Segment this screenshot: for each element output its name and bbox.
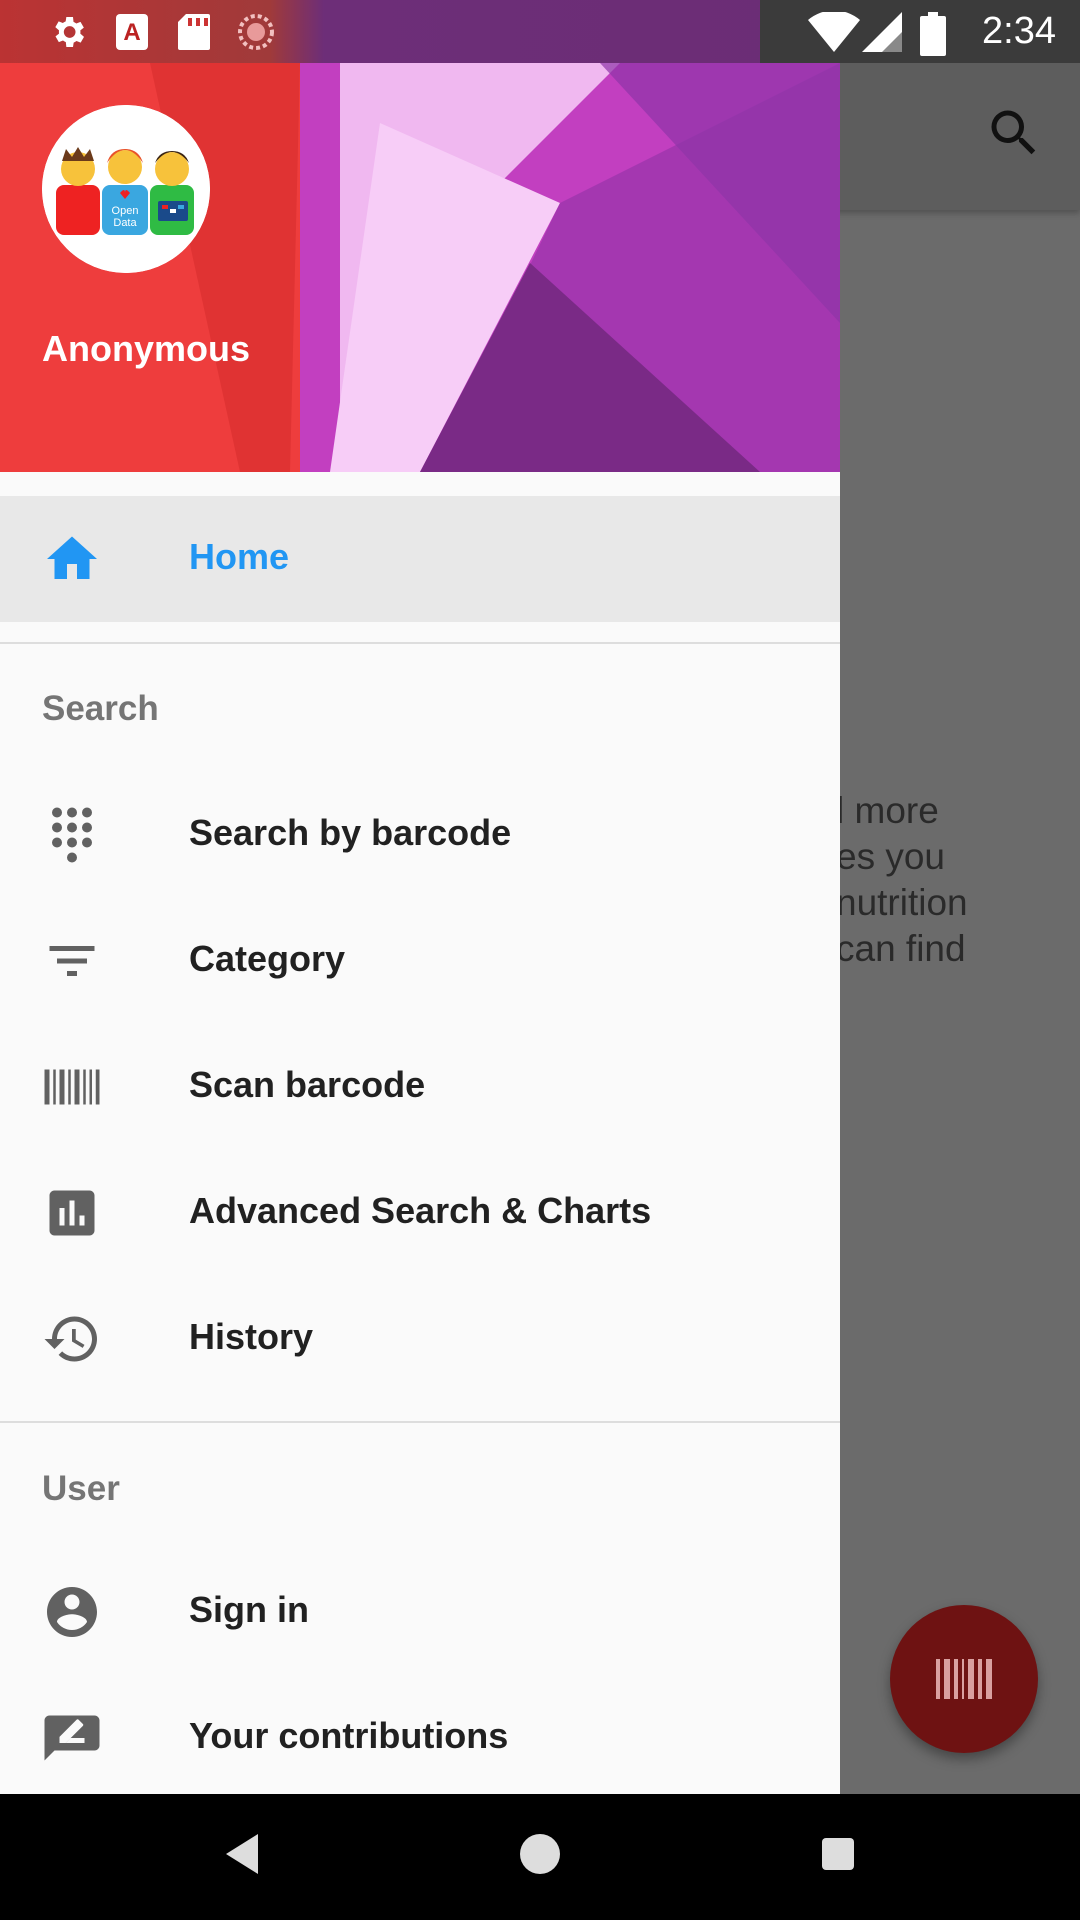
sync-icon [238,14,274,50]
nav-item-label: Advanced Search & Charts [189,1190,652,1231]
wifi-icon [808,12,860,52]
section-title-user: User [42,1469,120,1508]
background-text-line: can find [836,928,966,969]
search-icon[interactable] [984,103,1044,163]
background-text-line: nutrition [836,882,968,923]
nav-item-scan-barcode[interactable]: Scan barcode [0,1024,840,1150]
background-text: l more es you nutrition can find [836,788,1080,972]
avatar[interactable]: Open Data [42,105,210,273]
contributions-icon [44,1715,100,1761]
settings-icon [55,17,84,47]
signal-icon [862,12,902,52]
nav-item-advanced-search[interactable]: Advanced Search & Charts [0,1150,840,1276]
recents-icon[interactable] [818,1830,858,1878]
history-icon [44,1316,97,1362]
nav-item-history[interactable]: History [0,1276,840,1402]
open-data-avatar-icon: Open Data [42,105,210,273]
status-time: 2:34 [982,10,1056,52]
filter-icon [49,946,95,976]
system-nav-bar [0,1794,1080,1920]
nav-item-your-contributions[interactable]: Your contributions [0,1675,840,1794]
divider [0,642,840,644]
font-icon: A [116,14,148,50]
avatar-open-label: Open [112,205,139,217]
nav-item-label: Sign in [189,1589,309,1630]
nav-item-label: Scan barcode [189,1064,426,1105]
section-title-search: Search [42,689,159,728]
nav-item-sign-in[interactable]: Sign in [0,1549,840,1675]
barcode-icon [44,1069,100,1105]
nav-item-label: Category [189,938,346,979]
nav-item-label: Search by barcode [189,812,512,853]
dialpad-icon [52,807,92,863]
background-text-line: es you [836,836,946,877]
username[interactable]: Anonymous [42,328,250,370]
sd-card-icon [178,14,210,50]
battery-icon [920,12,946,56]
divider [0,1421,840,1423]
nav-item-label: History [189,1316,314,1357]
nav-item-search-by-barcode[interactable]: Search by barcode [0,772,840,898]
svg-text:A: A [123,19,140,46]
status-bar: A 2:34 [0,0,1080,63]
barcode-icon [936,1659,992,1699]
home-circle-icon[interactable] [518,1830,562,1878]
scan-fab-button[interactable] [890,1605,1038,1753]
avatar-data-label: Data [113,217,137,229]
nav-item-label: Your contributions [189,1715,509,1756]
chart-icon [49,1190,95,1236]
background-text-line: l more [836,790,939,831]
navigation-drawer: Open Data Anonymous Home Search Search b… [0,63,840,1794]
drawer-header: Open Data Anonymous [0,63,840,472]
home-icon [47,536,97,579]
account-icon [47,1587,97,1637]
nav-item-category[interactable]: Category [0,898,840,1024]
nav-item-label: Home [189,536,290,577]
nav-item-home[interactable]: Home [0,496,840,622]
back-icon[interactable] [222,1830,262,1878]
